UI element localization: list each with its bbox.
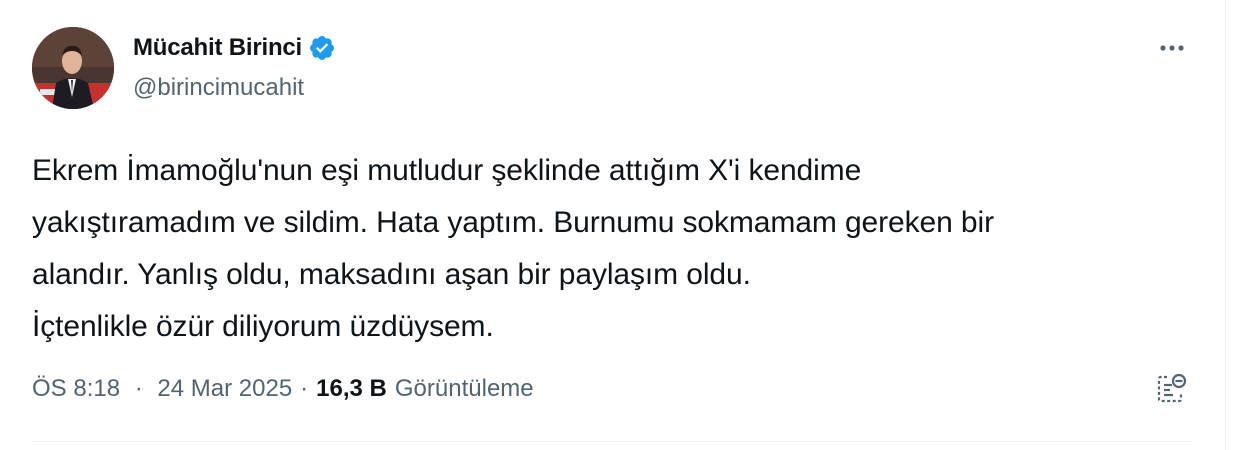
tweet-page: Mücahit Birinci @birincimucahit Ekrem İm… [0,0,1239,450]
post-analytics-icon [1157,373,1187,403]
tweet-timestamp[interactable]: ÖS 8:18 · 24 Mar 2025 [32,375,292,403]
post-analytics-button[interactable] [1148,368,1194,410]
author-avatar[interactable] [32,27,114,109]
tweet-date: 24 Mar 2025 [157,375,293,402]
verified-badge-icon[interactable] [308,34,336,62]
author-name-row: Mücahit Birinci [133,31,336,65]
meta-separator: · [134,375,143,402]
views-label: Görüntüleme [394,375,534,402]
tweet-time: ÖS 8:18 [32,375,121,402]
tweet-meta: ÖS 8:18 · 24 Mar 2025 · 16,3 B Görüntüle… [32,371,534,407]
author-display-name[interactable]: Mücahit Birinci [133,34,302,62]
more-options-button[interactable] [1150,32,1194,64]
views-count: 16,3 B [316,375,387,402]
meta-separator: · [300,375,309,402]
column-border [1225,0,1226,450]
bottom-divider [32,441,1193,442]
author-handle[interactable]: @birincimucahit [133,74,304,102]
more-horizontal-icon [1160,45,1184,51]
tweet-text: Ekrem İmamoğlu'nun eşi mutludur şeklinde… [32,154,994,343]
avatar-image [32,27,114,109]
